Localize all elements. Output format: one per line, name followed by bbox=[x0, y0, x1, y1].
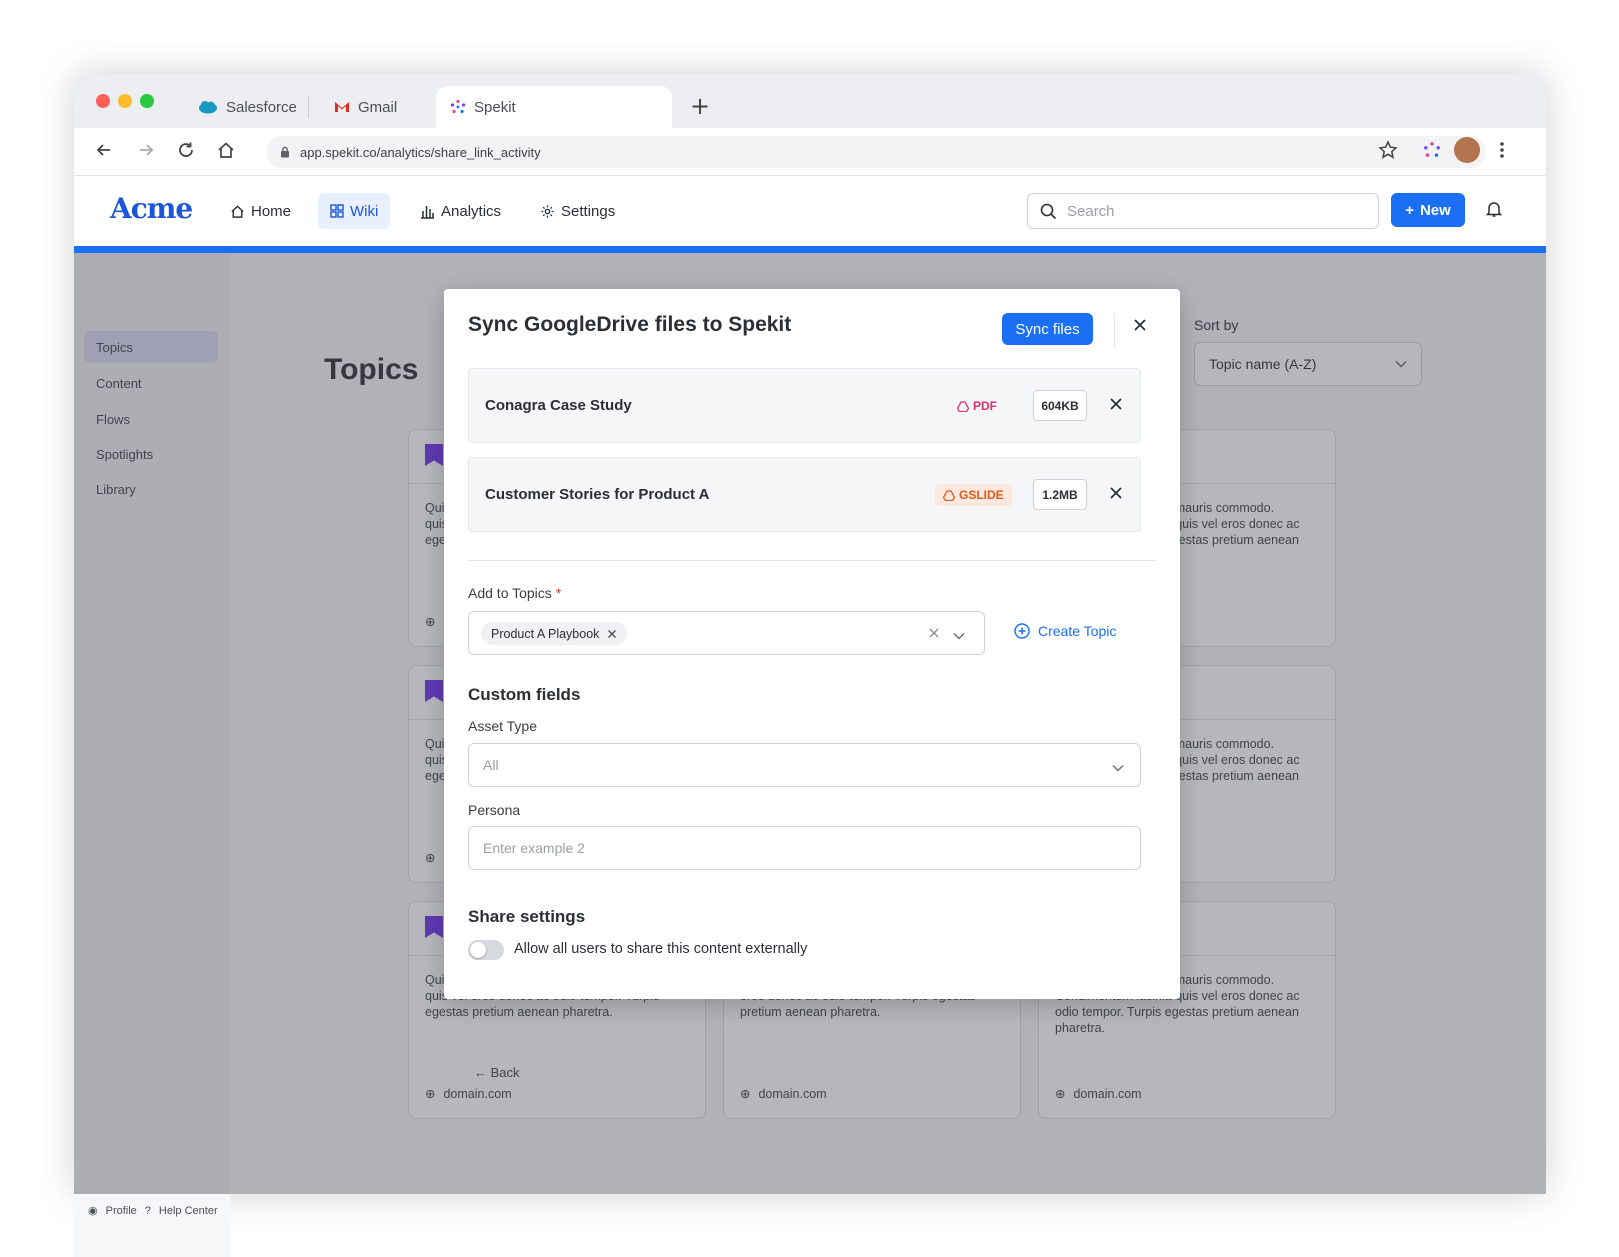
tab-label: Gmail bbox=[358, 98, 398, 116]
profile-icon: ◉ bbox=[88, 1205, 98, 1217]
gmail-icon bbox=[335, 102, 349, 112]
bookmark-star-icon[interactable] bbox=[1376, 138, 1400, 162]
plus-icon: + bbox=[1405, 201, 1414, 219]
google-drive-icon bbox=[957, 400, 969, 412]
reload-icon[interactable] bbox=[174, 138, 198, 162]
grid-icon bbox=[330, 204, 344, 218]
file-type-label: GSLIDE bbox=[959, 488, 1004, 502]
modal-header-divider bbox=[1114, 313, 1115, 347]
file-name: Customer Stories for Product A bbox=[485, 486, 710, 503]
profile-link[interactable]: Profile bbox=[106, 1205, 137, 1217]
file-type-badge: PDF bbox=[949, 395, 1005, 417]
custom-fields-title: Custom fields bbox=[468, 685, 581, 704]
url-field[interactable]: app.spekit.co/analytics/share_link_activ… bbox=[266, 136, 1486, 168]
required-mark: * bbox=[555, 585, 562, 601]
file-type-badge: GSLIDE bbox=[935, 484, 1012, 506]
file-size: 604KB bbox=[1033, 390, 1087, 421]
home-icon bbox=[231, 204, 244, 218]
chevron-down-icon bbox=[1112, 759, 1124, 775]
gear-icon bbox=[541, 204, 554, 218]
lock-icon bbox=[281, 146, 289, 158]
add-to-topics-label: Add to Topics * bbox=[468, 585, 561, 601]
remove-file-icon[interactable] bbox=[1109, 397, 1123, 416]
file-name: Conagra Case Study bbox=[485, 397, 632, 414]
tab-gmail[interactable]: Gmail bbox=[320, 86, 420, 128]
accent-bar bbox=[74, 246, 1546, 253]
nav-home-label: Home bbox=[251, 202, 292, 220]
tab-divider bbox=[308, 96, 309, 118]
create-topic-button[interactable]: Create Topic bbox=[1014, 623, 1116, 639]
tab-strip: Salesforce Gmail Spekit + bbox=[74, 74, 1546, 128]
forward-icon[interactable] bbox=[134, 138, 158, 162]
tab-salesforce[interactable]: Salesforce bbox=[184, 86, 304, 128]
asset-type-label: Asset Type bbox=[468, 718, 538, 734]
divider bbox=[468, 560, 1156, 561]
clear-selection-icon[interactable] bbox=[928, 626, 940, 644]
maximize-window-button[interactable] bbox=[140, 94, 154, 108]
tab-spekit[interactable]: Spekit bbox=[436, 86, 672, 128]
topic-chip-label: Product A Playbook bbox=[491, 626, 600, 641]
home-browser-icon[interactable] bbox=[214, 138, 238, 162]
asset-type-value: All bbox=[483, 757, 499, 773]
persona-label: Persona bbox=[468, 802, 521, 818]
close-icon[interactable] bbox=[1132, 317, 1148, 338]
chevron-down-icon[interactable] bbox=[953, 627, 965, 645]
nav-analytics-label: Analytics bbox=[441, 202, 502, 220]
search-icon bbox=[1040, 203, 1057, 219]
spekit-icon bbox=[450, 99, 466, 114]
search-placeholder: Search bbox=[1067, 202, 1115, 220]
bar-chart-icon bbox=[421, 205, 434, 219]
help-center-link[interactable]: Help Center bbox=[159, 1205, 218, 1217]
nav-home[interactable]: Home bbox=[218, 193, 303, 229]
share-toggle[interactable] bbox=[468, 940, 504, 960]
bell-icon[interactable] bbox=[1485, 200, 1503, 223]
create-topic-label: Create Topic bbox=[1038, 623, 1117, 639]
address-bar: app.spekit.co/analytics/share_link_activ… bbox=[74, 128, 1546, 176]
asset-type-select[interactable]: All bbox=[468, 743, 1141, 787]
file-row: Customer Stories for Product A GSLIDE 1.… bbox=[468, 457, 1141, 532]
url-text: app.spekit.co/analytics/share_link_activ… bbox=[300, 144, 541, 160]
toggle-knob bbox=[470, 942, 486, 958]
share-settings-title: Share settings bbox=[468, 907, 586, 926]
salesforce-cloud-icon bbox=[199, 101, 217, 114]
logo[interactable]: Acme bbox=[110, 192, 193, 225]
nav-wiki[interactable]: Wiki bbox=[318, 193, 391, 229]
sync-files-button[interactable]: Sync files bbox=[1002, 313, 1093, 345]
file-size: 1.2MB bbox=[1033, 479, 1087, 510]
spekit-extension-icon[interactable] bbox=[1420, 138, 1444, 162]
plus-circle-icon bbox=[1014, 623, 1030, 639]
topic-chip: Product A Playbook bbox=[481, 622, 628, 645]
footer-links: ◉ Profile ? Help Center bbox=[88, 1204, 218, 1218]
nav-wiki-label: Wiki bbox=[350, 202, 379, 220]
minimize-window-button[interactable] bbox=[118, 94, 132, 108]
modal-title: Sync GoogleDrive files to Spekit bbox=[468, 313, 792, 336]
nav-settings[interactable]: Settings bbox=[528, 193, 627, 229]
nav-settings-label: Settings bbox=[561, 202, 616, 220]
google-drive-icon bbox=[943, 489, 955, 501]
tab-label: Spekit bbox=[474, 98, 516, 116]
nav-analytics[interactable]: Analytics bbox=[408, 193, 513, 229]
persona-placeholder: Enter example 2 bbox=[483, 840, 585, 856]
topics-multiselect[interactable]: Product A Playbook bbox=[468, 611, 985, 655]
sidebar-footer: ◉ Profile ? Help Center bbox=[74, 1194, 230, 1257]
remove-file-icon[interactable] bbox=[1109, 486, 1123, 505]
avatar[interactable] bbox=[1454, 137, 1480, 163]
browser-menu-icon[interactable] bbox=[1490, 138, 1514, 162]
help-icon: ? bbox=[144, 1204, 151, 1217]
close-window-button[interactable] bbox=[96, 94, 110, 108]
new-button-label: New bbox=[1419, 201, 1451, 219]
file-type-label: PDF bbox=[973, 399, 997, 413]
persona-input[interactable]: Enter example 2 bbox=[468, 826, 1141, 870]
file-row: Conagra Case Study PDF 604KB bbox=[468, 368, 1141, 443]
remove-chip-icon[interactable] bbox=[607, 629, 617, 639]
back-icon[interactable] bbox=[92, 138, 116, 162]
sync-modal: Sync GoogleDrive files to Spekit Sync fi… bbox=[444, 289, 1180, 999]
search-input[interactable]: Search bbox=[1027, 193, 1379, 229]
add-to-topics-text: Add to Topics bbox=[468, 585, 552, 601]
new-tab-button[interactable]: + bbox=[690, 92, 710, 120]
new-button[interactable]: + New bbox=[1391, 193, 1465, 227]
share-toggle-label: Allow all users to share this content ex… bbox=[514, 941, 808, 957]
app-header: Acme Home Wiki Analytics Settings Search… bbox=[74, 176, 1546, 246]
tab-label: Salesforce bbox=[226, 98, 297, 116]
